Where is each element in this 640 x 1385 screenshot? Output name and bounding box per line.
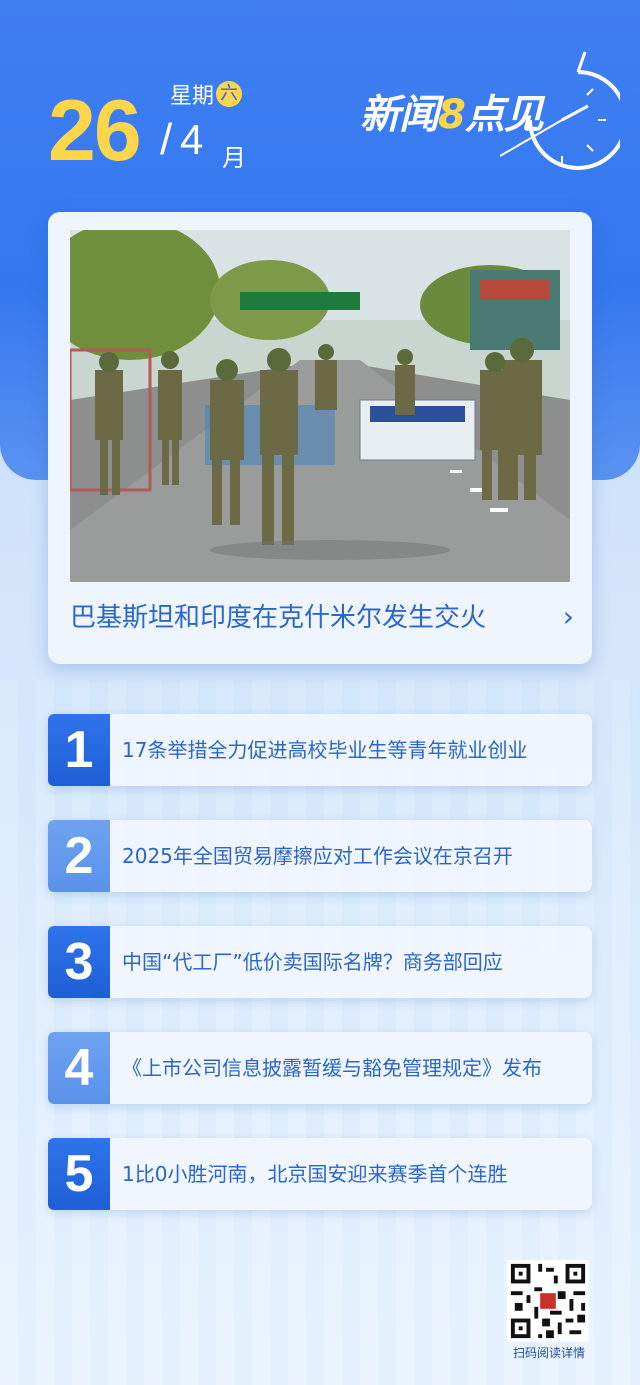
news-number: 4 [48,1032,110,1104]
weekday-prefix: 星期 [170,84,215,109]
news-headline[interactable]: 2025年全国贸易摩擦应对工作会议在京召开 [122,820,513,892]
clock-icon [499,51,620,170]
date-slash: / [160,115,173,164]
hero-card[interactable]: 巴基斯坦和印度在克什米尔发生交火 › [48,212,592,664]
news-headline[interactable]: 1比0小胜河南，北京国安迎来赛季首个连胜 [122,1138,507,1210]
weekday-badge: 六 [216,81,243,107]
news-number: 5 [48,1138,110,1210]
news-item-5[interactable]: 5 1比0小胜河南，北京国安迎来赛季首个连胜 [48,1138,592,1210]
news-item-3[interactable]: 3 中国“代工厂”低价卖国际名牌？商务部回应 [48,926,592,998]
chevron-right-icon[interactable]: › [563,600,574,633]
news-number: 1 [48,714,110,786]
news-number: 2 [48,820,110,892]
news-headline[interactable]: 《上市公司信息披露暂缓与豁免管理规定》发布 [122,1032,542,1104]
news-number: 3 [48,926,110,998]
date-month: 4 [180,116,204,163]
weekday: 星期 六 [170,78,243,110]
news-headline[interactable]: 中国“代工厂”低价卖国际名牌？商务部回应 [122,926,503,998]
news-item-1[interactable]: 1 17条举措全力促进高校毕业生等青年就业创业 [48,714,592,786]
news-item-4[interactable]: 4 《上市公司信息披露暂缓与豁免管理规定》发布 [48,1032,592,1104]
hero-photo [70,230,570,582]
qr-code[interactable] [507,1260,589,1342]
brand-text-a: 新闻 [360,92,439,138]
date-day: 26 [48,83,142,179]
news-headline[interactable]: 17条举措全力促进高校毕业生等青年就业创业 [122,714,527,786]
brand-text-eight: 8 [438,92,466,138]
date-month-unit: 月 [222,144,246,172]
qr-caption: 扫码阅读详情 [512,1346,585,1360]
news-item-2[interactable]: 2 2025年全国贸易摩擦应对工作会议在京召开 [48,820,592,892]
hero-caption[interactable]: 巴基斯坦和印度在克什米尔发生交火 [70,597,486,634]
